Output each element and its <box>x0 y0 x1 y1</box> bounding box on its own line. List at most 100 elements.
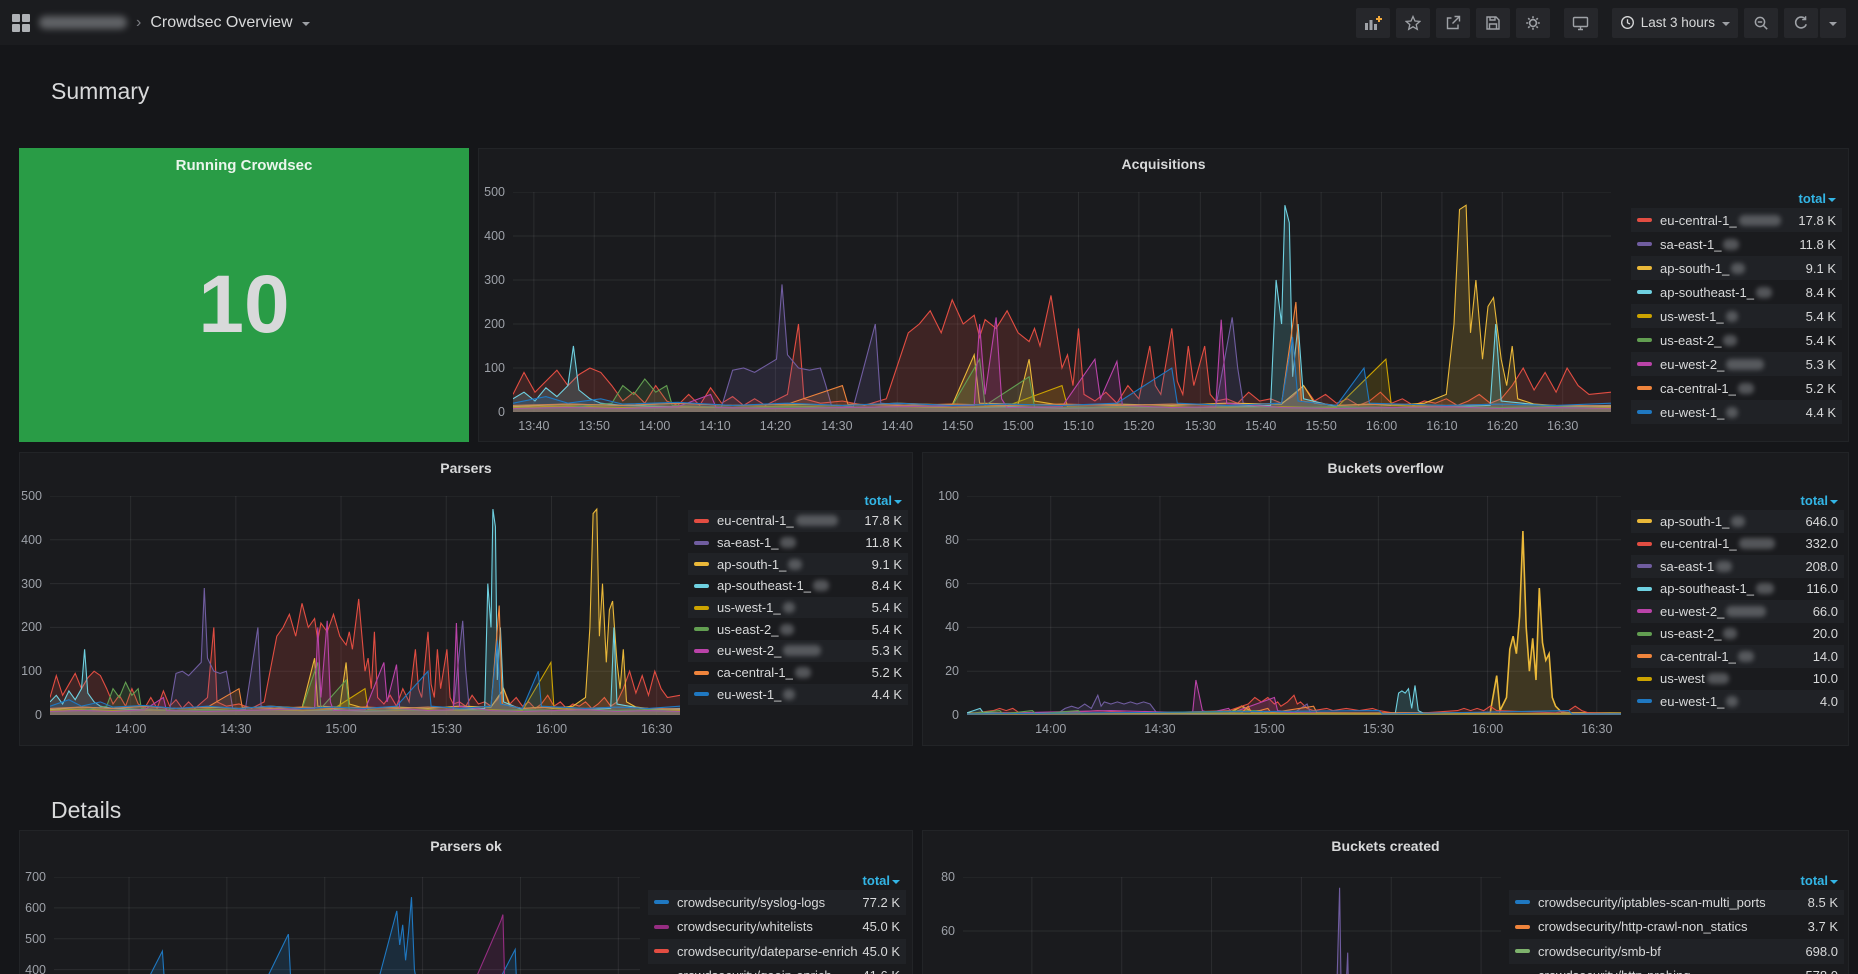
legend-total-header[interactable]: total <box>688 491 908 510</box>
legend-series-name[interactable]: us-east-2_ <box>1660 626 1737 641</box>
legend-series-name[interactable]: ap-south-1_ <box>1660 514 1745 529</box>
series-color-icon[interactable] <box>1637 410 1652 414</box>
series-color-icon[interactable] <box>1637 218 1652 222</box>
legend-series-name[interactable]: us-west <box>1660 671 1729 686</box>
panel-title[interactable]: Buckets overflow <box>923 460 1848 476</box>
legend-series-name[interactable]: sa-east-1_ <box>717 535 796 550</box>
time-range-picker[interactable]: Last 3 hours <box>1612 8 1738 38</box>
legend-series-name[interactable]: us-west-1_ <box>717 600 795 615</box>
legend-series-name[interactable]: ap-south-1_ <box>1660 261 1745 276</box>
legend-series-name[interactable]: us-east-2_ <box>717 622 794 637</box>
panel-title[interactable]: Parsers ok <box>20 838 912 854</box>
series-color-icon[interactable] <box>654 925 669 929</box>
series-color-icon[interactable] <box>1637 266 1652 270</box>
series-color-icon[interactable] <box>694 519 709 523</box>
series-color-icon[interactable] <box>654 949 669 953</box>
legend-series-name[interactable]: crowdsecurity/dateparse-enrich <box>677 944 858 959</box>
row-header-details[interactable]: Details <box>51 797 121 824</box>
dashboard-title[interactable]: Crowdsec Overview <box>150 14 292 32</box>
legend-series-name[interactable]: sa-east-1_ <box>1660 237 1739 252</box>
share-dashboard-button[interactable] <box>1436 8 1470 38</box>
legend-series-name[interactable]: crowdsecurity/geoip-enrich <box>677 968 832 974</box>
chart-canvas[interactable] <box>513 192 1611 412</box>
series-color-icon[interactable] <box>1637 314 1652 318</box>
row-header-summary[interactable]: Summary <box>51 78 149 105</box>
series-color-icon[interactable] <box>1637 386 1652 390</box>
legend-total-header[interactable]: total <box>1631 189 1842 208</box>
series-color-icon[interactable] <box>1637 519 1652 523</box>
legend-series-name[interactable]: eu-central-1_ <box>717 513 838 528</box>
legend-series-name[interactable]: eu-west-2_ <box>717 643 821 658</box>
legend-series-name[interactable]: crowdsecurity/iptables-scan-multi_ports <box>1538 895 1766 910</box>
folder-name-redacted[interactable] <box>39 16 127 29</box>
series-color-icon[interactable] <box>1637 677 1652 681</box>
legend-series-name[interactable]: eu-west-1_ <box>1660 405 1738 420</box>
legend-series-name[interactable]: eu-west-1_ <box>1660 694 1738 709</box>
series-color-icon[interactable] <box>1515 925 1530 929</box>
series-color-icon[interactable] <box>1637 632 1652 636</box>
chart-canvas[interactable] <box>50 496 680 715</box>
series-color-icon[interactable] <box>694 627 709 631</box>
series-color-icon[interactable] <box>1637 654 1652 658</box>
refresh-button[interactable] <box>1784 8 1818 38</box>
legend-series-name[interactable]: ap-southeast-1_ <box>1660 581 1774 596</box>
chevron-down-icon[interactable] <box>302 22 310 26</box>
series-color-icon[interactable] <box>1637 699 1652 703</box>
dashboard-settings-button[interactable] <box>1516 8 1550 38</box>
series-color-icon[interactable] <box>654 900 669 904</box>
series-color-icon[interactable] <box>1637 290 1652 294</box>
series-color-icon[interactable] <box>1637 564 1652 568</box>
dashboards-grid-icon[interactable] <box>12 14 30 32</box>
legend-series-name[interactable]: eu-central-1_ <box>1660 213 1781 228</box>
legend-series-name[interactable]: ap-south-1_ <box>717 557 802 572</box>
legend-series-name[interactable]: eu-west-2_ <box>1660 604 1766 619</box>
panel-title[interactable]: Acquisitions <box>479 156 1848 172</box>
legend-series-name[interactable]: crowdsecurity/http-probing <box>1538 968 1690 974</box>
series-color-icon[interactable] <box>1637 362 1652 366</box>
series-color-icon[interactable] <box>1637 542 1652 546</box>
series-color-icon[interactable] <box>694 606 709 610</box>
series-color-icon[interactable] <box>694 541 709 545</box>
chart-canvas[interactable] <box>963 877 1501 974</box>
series-color-icon[interactable] <box>1637 587 1652 591</box>
panel-title[interactable]: Parsers <box>20 460 912 476</box>
legend-series-name[interactable]: crowdsecurity/syslog-logs <box>677 895 825 910</box>
chart-canvas[interactable] <box>54 877 640 974</box>
series-color-icon[interactable] <box>1515 949 1530 953</box>
legend-series-name[interactable]: eu-central-1_ <box>1660 536 1775 551</box>
series-color-icon[interactable] <box>694 562 709 566</box>
legend-series-name[interactable]: ap-southeast-1_ <box>717 578 829 593</box>
legend-series-name[interactable]: eu-west-1_ <box>717 687 795 702</box>
save-dashboard-button[interactable] <box>1476 8 1510 38</box>
legend-series-name[interactable]: eu-west-2_ <box>1660 357 1764 372</box>
cycle-view-mode-button[interactable] <box>1564 8 1598 38</box>
series-color-icon[interactable] <box>694 649 709 653</box>
panel-title[interactable]: Buckets created <box>923 838 1848 854</box>
legend-series-name[interactable]: ca-central-1_ <box>1660 381 1754 396</box>
refresh-interval-dropdown[interactable] <box>1820 8 1846 38</box>
legend-total-header[interactable]: total <box>1631 491 1844 510</box>
series-color-icon[interactable] <box>1515 900 1530 904</box>
series-color-icon[interactable] <box>694 692 709 696</box>
legend-series-name[interactable]: ca-central-1_ <box>717 665 811 680</box>
series-color-icon[interactable] <box>694 584 709 588</box>
series-color-icon[interactable] <box>1637 609 1652 613</box>
legend-series-name[interactable]: crowdsecurity/http-crawl-non_statics <box>1538 919 1748 934</box>
series-color-icon[interactable] <box>694 671 709 675</box>
series-color-icon[interactable] <box>1637 338 1652 342</box>
star-dashboard-button[interactable] <box>1396 8 1430 38</box>
legend-series-name[interactable]: ca-central-1_ <box>1660 649 1754 664</box>
legend-series-name[interactable]: us-east-2_ <box>1660 333 1737 348</box>
add-panel-button[interactable] <box>1356 8 1390 38</box>
zoom-out-time-button[interactable] <box>1744 8 1778 38</box>
legend-series-name[interactable]: sa-east-1 <box>1660 559 1732 574</box>
legend-total-header[interactable]: total <box>648 871 906 890</box>
legend-series-name[interactable]: us-west-1_ <box>1660 309 1738 324</box>
legend-series-name[interactable]: crowdsecurity/smb-bf <box>1538 944 1661 959</box>
chart-canvas[interactable] <box>967 496 1621 715</box>
legend-series-name[interactable]: ap-southeast-1_ <box>1660 285 1772 300</box>
legend-series-name[interactable]: crowdsecurity/whitelists <box>677 919 813 934</box>
legend-total-header[interactable]: total <box>1509 871 1844 890</box>
series-color-icon[interactable] <box>1637 242 1652 246</box>
panel-parsers-ok: Parsers ok700600500400300200100014:0014:… <box>19 830 913 974</box>
